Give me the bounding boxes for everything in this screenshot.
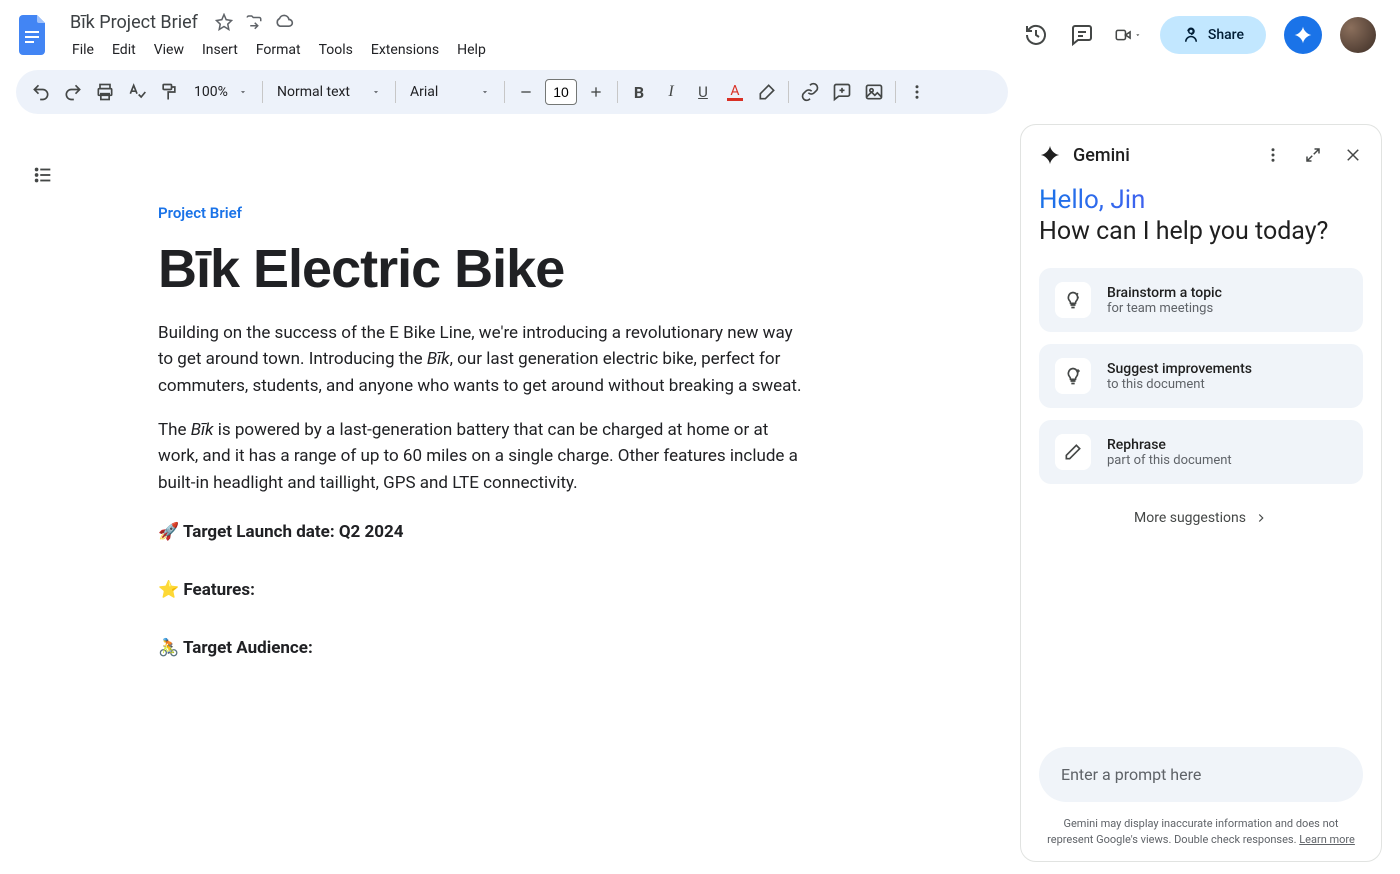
toolbar-wrap: 100% Normal text Arial B I U A (0, 62, 1400, 114)
add-comment-button[interactable] (827, 77, 857, 107)
font-value: Arial (410, 84, 438, 100)
suggestion-subtitle: for team meetings (1107, 301, 1222, 316)
star-icon[interactable] (214, 12, 234, 32)
menubar: File Edit View Insert Format Tools Exten… (64, 38, 1010, 62)
sidebar-footer: Enter a prompt here Gemini may display i… (1021, 735, 1381, 861)
share-button[interactable]: Share (1160, 16, 1266, 54)
sidebar-title: Gemini (1073, 145, 1247, 166)
highlight-button[interactable] (752, 77, 782, 107)
underline-button[interactable]: U (688, 77, 718, 107)
more-toolbar-button[interactable] (902, 77, 932, 107)
font-size-input[interactable] (545, 79, 577, 105)
sidebar-body: Hello, Jin How can I help you today? Bra… (1021, 181, 1381, 735)
share-label: Share (1208, 27, 1244, 43)
suggestion-title: Rephrase (1107, 437, 1232, 453)
suggestion-improve[interactable]: Suggest improvements to this document (1039, 344, 1363, 408)
link-button[interactable] (795, 77, 825, 107)
launch-date-line[interactable]: 🚀 Target Launch date: Q2 2024 (158, 522, 810, 542)
menu-tools[interactable]: Tools (311, 38, 361, 62)
undo-button[interactable] (26, 77, 56, 107)
paragraph-1[interactable]: Building on the success of the E Bike Li… (158, 320, 810, 399)
subheading[interactable]: Project Brief (158, 204, 810, 222)
more-suggestions-label: More suggestions (1134, 510, 1246, 526)
comments-icon[interactable] (1068, 21, 1096, 49)
paragraph-style-value: Normal text (277, 84, 350, 100)
suggestion-title: Suggest improvements (1107, 361, 1252, 377)
spellcheck-button[interactable] (122, 77, 152, 107)
sidebar-more-icon[interactable] (1259, 141, 1287, 169)
paragraph-2[interactable]: The Bīk is powered by a last-generation … (158, 417, 810, 496)
text-color-button[interactable]: A (720, 77, 750, 107)
audience-line[interactable]: 🚴 Target Audience: (158, 638, 810, 658)
bold-button[interactable]: B (624, 77, 654, 107)
account-avatar[interactable] (1340, 17, 1376, 53)
prompt-placeholder: Enter a prompt here (1061, 765, 1201, 784)
font-size-control (511, 77, 611, 107)
document-canvas[interactable]: Project Brief Bīk Electric Bike Building… (0, 124, 1020, 874)
zoom-select[interactable]: 100% (186, 80, 256, 104)
document-title[interactable]: Bīk Project Brief (64, 10, 204, 35)
italic-button[interactable]: I (656, 77, 686, 107)
title-row: Bīk Project Brief (64, 8, 1010, 36)
features-line[interactable]: ⭐ Features: (158, 580, 810, 600)
meet-button[interactable] (1114, 21, 1142, 49)
gemini-sidebar: Gemini Hello, Jin How can I help you tod… (1020, 124, 1382, 862)
suggestion-subtitle: to this document (1107, 377, 1252, 392)
sidebar-disclaimer: Gemini may display inaccurate informatio… (1039, 816, 1363, 847)
menu-extensions[interactable]: Extensions (363, 38, 447, 62)
font-size-decrease[interactable] (511, 77, 541, 107)
sidebar-expand-icon[interactable] (1299, 141, 1327, 169)
paragraph-style-select[interactable]: Normal text (269, 80, 389, 104)
sidebar-greeting-2: How can I help you today? (1039, 217, 1363, 246)
insert-image-button[interactable] (859, 77, 889, 107)
prompt-input[interactable]: Enter a prompt here (1039, 747, 1363, 802)
more-suggestions-button[interactable]: More suggestions (1039, 496, 1363, 534)
menu-view[interactable]: View (146, 38, 192, 62)
menu-edit[interactable]: Edit (104, 38, 144, 62)
menu-help[interactable]: Help (449, 38, 494, 62)
font-size-increase[interactable] (581, 77, 611, 107)
toolbar: 100% Normal text Arial B I U A (16, 70, 1008, 114)
suggestion-rephrase[interactable]: Rephrase part of this document (1039, 420, 1363, 484)
docs-logo[interactable] (16, 11, 52, 59)
suggestion-brainstorm[interactable]: Brainstorm a topic for team meetings (1039, 268, 1363, 332)
history-icon[interactable] (1022, 21, 1050, 49)
font-select[interactable]: Arial (402, 80, 498, 104)
title-area: Bīk Project Brief File Edit View Insert … (64, 8, 1010, 62)
learn-more-link[interactable]: Learn more (1299, 833, 1355, 846)
suggestion-title: Brainstorm a topic (1107, 285, 1222, 301)
redo-button[interactable] (58, 77, 88, 107)
suggestion-subtitle: part of this document (1107, 453, 1232, 468)
zoom-value: 100% (194, 84, 228, 100)
paint-format-button[interactable] (154, 77, 184, 107)
menu-file[interactable]: File (64, 38, 102, 62)
sidebar-header: Gemini (1021, 125, 1381, 181)
sidebar-greeting-1: Hello, Jin (1039, 185, 1363, 215)
document-page[interactable]: Project Brief Bīk Electric Bike Building… (90, 144, 906, 754)
document-heading[interactable]: Bīk Electric Bike (158, 238, 810, 300)
menu-format[interactable]: Format (248, 38, 309, 62)
move-icon[interactable] (244, 12, 264, 32)
gemini-spark-icon (1039, 144, 1061, 166)
menu-insert[interactable]: Insert (194, 38, 246, 62)
lightbulb-plus-icon (1055, 358, 1091, 394)
main: Project Brief Bīk Electric Bike Building… (0, 124, 1400, 874)
print-button[interactable] (90, 77, 120, 107)
title-actions: Share (1022, 16, 1384, 54)
pencil-icon (1055, 434, 1091, 470)
gemini-button[interactable] (1284, 16, 1322, 54)
sidebar-close-icon[interactable] (1339, 141, 1367, 169)
cloud-status-icon[interactable] (274, 12, 294, 32)
lightbulb-icon (1055, 282, 1091, 318)
outline-toggle-icon[interactable] (28, 160, 58, 190)
titlebar: Bīk Project Brief File Edit View Insert … (0, 0, 1400, 62)
